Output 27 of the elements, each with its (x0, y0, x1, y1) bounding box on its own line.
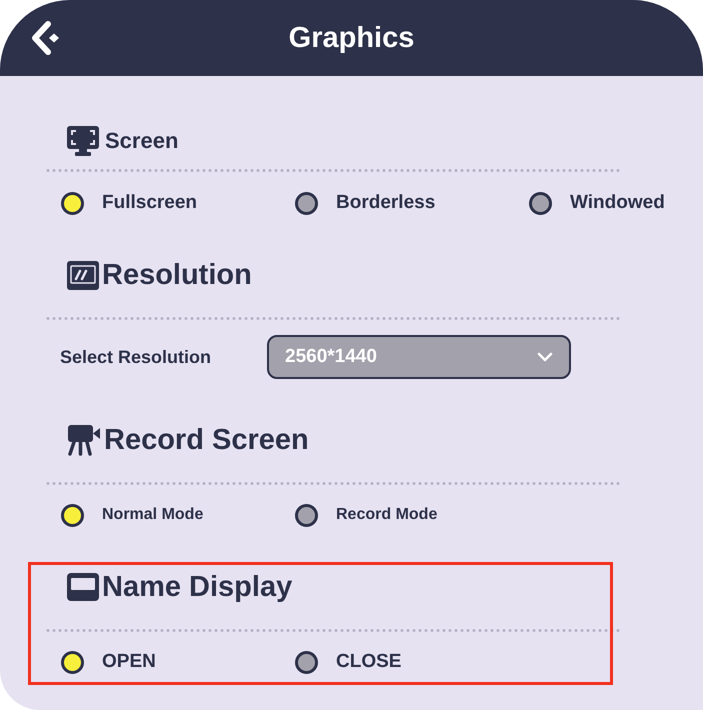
radio-button[interactable] (61, 192, 84, 214)
camera-icon (67, 424, 101, 456)
section-heading: Name Display (102, 570, 292, 605)
radio-button[interactable] (61, 650, 84, 674)
radio-button[interactable] (295, 650, 318, 674)
radio-button[interactable] (295, 192, 318, 214)
section-heading: Screen (105, 127, 178, 155)
field-label: Select Resolution (60, 346, 212, 368)
option-label[interactable]: OPEN (102, 651, 156, 673)
back-button[interactable] (31, 20, 61, 56)
section-heading: Record Screen (104, 423, 309, 458)
section-heading: Resolution (102, 258, 252, 293)
chevron-down-icon (537, 352, 553, 362)
option-label[interactable]: Borderless (336, 192, 436, 214)
monitor-icon (67, 126, 99, 156)
window-title: Graphics (288, 21, 414, 56)
option-label[interactable]: Fullscreen (102, 192, 198, 214)
option-label[interactable]: Record Mode (336, 506, 438, 524)
option-label[interactable]: CLOSE (336, 651, 402, 673)
radio-button[interactable] (61, 504, 84, 526)
radio-button[interactable] (529, 192, 552, 214)
chevron-left-icon (31, 20, 61, 56)
radio-button[interactable] (295, 504, 318, 526)
option-label[interactable]: Windowed (570, 192, 665, 214)
option-label[interactable]: Normal Mode (102, 506, 204, 524)
window-icon (67, 573, 99, 601)
screen-icon (67, 260, 99, 290)
